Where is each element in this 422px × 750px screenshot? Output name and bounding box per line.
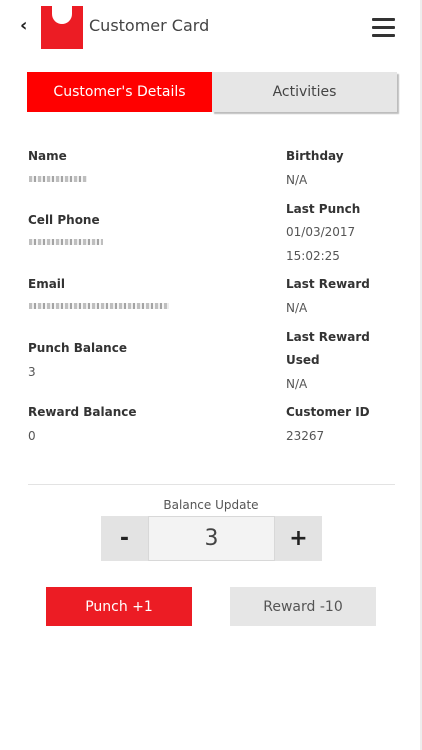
last-punch-date: 01/03/2017	[286, 225, 356, 239]
customer-id-label: Customer ID	[286, 405, 370, 419]
brand-logo	[41, 6, 83, 49]
header: ‹ Customer Card	[0, 0, 422, 56]
punch-balance-label: Punch Balance	[28, 341, 127, 355]
cell-phone-label: Cell Phone	[28, 213, 100, 227]
name-value-redacted	[29, 176, 87, 182]
divider	[28, 484, 395, 485]
increment-button[interactable]: +	[275, 516, 322, 561]
reward-button[interactable]: Reward -10	[230, 587, 376, 626]
cell-phone-value-redacted	[29, 239, 103, 245]
last-reward-label: Last Reward	[286, 277, 370, 291]
birthday-label: Birthday	[286, 149, 344, 163]
last-punch-label: Last Punch	[286, 202, 361, 216]
hamburger-menu-icon[interactable]	[372, 18, 395, 38]
email-value-redacted	[29, 303, 169, 309]
email-label: Email	[28, 277, 66, 291]
last-reward-value: N/A	[286, 301, 308, 315]
balance-update-input[interactable]: 3	[148, 516, 275, 561]
name-label: Name	[28, 149, 67, 163]
last-punch-time: 15:02:25	[286, 249, 340, 263]
balance-stepper: - 3 +	[101, 516, 322, 561]
chevron-left-icon[interactable]: ‹	[20, 14, 36, 38]
punch-button[interactable]: Punch +1	[46, 587, 192, 626]
last-reward-used-label: Last Reward	[286, 330, 370, 344]
reward-balance-value: 0	[28, 429, 36, 443]
tab-bar: Customer's Details Activities	[27, 72, 397, 112]
tab-customers-details[interactable]: Customer's Details	[27, 72, 212, 112]
birthday-value: N/A	[286, 173, 308, 187]
customer-id-value: 23267	[286, 429, 325, 443]
decrement-button[interactable]: -	[101, 516, 148, 561]
punch-balance-value: 3	[28, 365, 36, 379]
page-title: Customer Card	[89, 16, 210, 35]
reward-balance-label: Reward Balance	[28, 405, 137, 419]
last-reward-used-value: N/A	[286, 377, 308, 391]
last-reward-used-label-line2: Used	[286, 353, 320, 367]
tab-activities[interactable]: Activities	[212, 72, 397, 112]
balance-update-label: Balance Update	[163, 498, 259, 512]
